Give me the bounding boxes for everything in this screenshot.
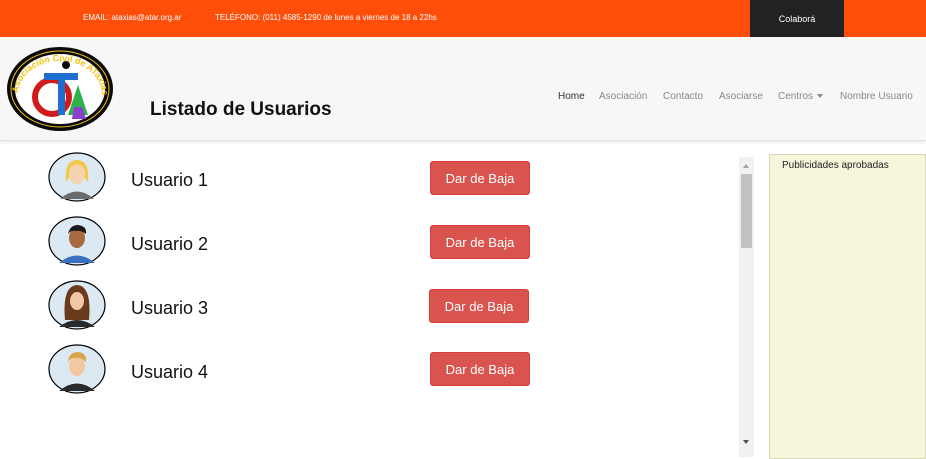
dar-de-baja-button[interactable]: Dar de Baja — [430, 225, 530, 259]
list-scrollbar[interactable] — [739, 157, 754, 457]
nav-user[interactable]: Nombre Usuario — [840, 91, 913, 102]
contact-phone: TELÉFONO: (011) 4585-1290 de lunes a vie… — [215, 13, 437, 22]
user-name: Usuario 1 — [131, 170, 209, 190]
ads-panel: Publicidades aprobadas — [769, 154, 926, 459]
top-info-bar: EMAIL: ataxias@atar.org.ar TELÉFONO: (01… — [0, 0, 926, 37]
nav-home[interactable]: Home — [558, 91, 585, 102]
blonde-woman-avatar-icon — [48, 152, 106, 202]
nav-contacto[interactable]: Contacto — [663, 91, 703, 102]
user-row: Usuario 4 Dar de Baja — [0, 342, 740, 402]
brunette-woman-avatar-icon — [48, 280, 106, 330]
dark-haired-man-avatar-icon — [48, 216, 106, 266]
contact-email: EMAIL: ataxias@atar.org.ar — [83, 13, 182, 22]
site-header: Asociación Civil de ATaxias de ARgentina… — [0, 37, 926, 141]
user-name: Usuario 4 — [131, 362, 209, 382]
user-name: Usuario 3 — [131, 298, 209, 318]
atar-logo[interactable]: Asociación Civil de ATaxias de ARgentina — [6, 45, 114, 131]
dar-de-baja-button[interactable]: Dar de Baja — [430, 161, 530, 195]
dar-de-baja-button[interactable]: Dar de Baja — [429, 289, 529, 323]
colabora-button[interactable]: Colaborá — [750, 0, 844, 37]
scroll-down-arrow-icon[interactable] — [743, 440, 749, 444]
nav-asociacion[interactable]: Asociación — [599, 91, 647, 102]
scroll-up-arrow-icon[interactable] — [743, 164, 749, 168]
dar-de-baja-button[interactable]: Dar de Baja — [430, 352, 530, 386]
user-row: Usuario 2 Dar de Baja — [0, 214, 740, 274]
nav-centros-dropdown[interactable]: Centros — [778, 91, 824, 102]
nav-asociarse[interactable]: Asociarse — [719, 91, 763, 102]
caret-down-icon — [817, 94, 824, 99]
user-row: Usuario 1 Dar de Baja — [0, 150, 740, 210]
nav-centros-label: Centros — [778, 91, 814, 102]
ads-panel-title: Publicidades aprobadas — [782, 160, 889, 171]
page-title: Listado de Usuarios — [150, 99, 332, 120]
blond-man-avatar-icon — [48, 344, 106, 394]
scroll-thumb[interactable] — [741, 174, 752, 248]
user-row: Usuario 3 Dar de Baja — [0, 278, 740, 338]
user-name: Usuario 2 — [131, 234, 209, 254]
